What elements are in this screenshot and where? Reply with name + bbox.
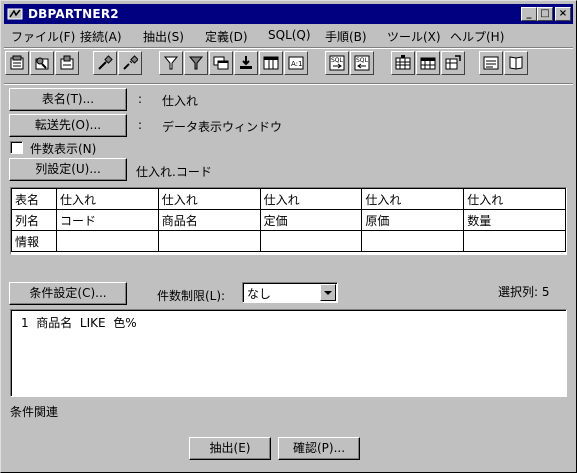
- download-icon[interactable]: [234, 51, 258, 75]
- grid-cell[interactable]: 仕入れ: [463, 188, 566, 210]
- table-row: 表名 仕入れ 仕入れ 仕入れ 仕入れ 仕入れ: [11, 188, 566, 210]
- menu-sql[interactable]: SQL(Q): [268, 28, 311, 42]
- app-window: DBPARTNER2 _ □ × ファイル(F) 接続(A) 抽出(S) 定義(…: [0, 0, 577, 473]
- confirm-button[interactable]: 確認(P)...: [278, 437, 360, 460]
- grid-cell[interactable]: コード: [56, 209, 159, 231]
- close-button[interactable]: ×: [555, 7, 571, 21]
- column-grid[interactable]: 表名 仕入れ 仕入れ 仕入れ 仕入れ 仕入れ 列名 コード 商品名 定価 原価 …: [10, 187, 567, 255]
- book-icon[interactable]: [504, 51, 528, 75]
- svg-text:SQL: SQL: [331, 57, 344, 64]
- grid-cell[interactable]: 仕入れ: [361, 188, 465, 210]
- grid-cell[interactable]: 仕入れ: [157, 188, 261, 210]
- menu-procedure[interactable]: 手順(B): [325, 28, 367, 45]
- sql-edit-icon[interactable]: SQL: [350, 51, 374, 75]
- window-title: DBPARTNER2: [28, 7, 119, 21]
- row-header-table: 表名: [11, 188, 57, 210]
- table-name-value: 仕入れ: [162, 94, 199, 108]
- menu-extract[interactable]: 抽出(S): [143, 28, 184, 45]
- menu-define[interactable]: 定義(D): [205, 28, 248, 45]
- maximize-button[interactable]: □: [537, 7, 553, 21]
- count-limit-label: 件数制限(L):: [157, 289, 226, 303]
- chevron-down-icon[interactable]: [320, 284, 336, 301]
- svg-text:A:1: A:1: [291, 60, 302, 68]
- count-limit-value: なし: [247, 287, 272, 301]
- toolbar: A:1 SQL SQL: [5, 51, 574, 81]
- toolbar-separator: [4, 83, 573, 85]
- grid-export-icon[interactable]: [441, 51, 465, 75]
- grid-cell[interactable]: [56, 230, 159, 252]
- grid-cell[interactable]: 仕入れ: [259, 188, 363, 210]
- table-icon[interactable]: [259, 51, 283, 75]
- title-bar[interactable]: DBPARTNER2 _ □ ×: [4, 4, 573, 24]
- filter-icon[interactable]: [159, 51, 183, 75]
- app-icon: [7, 8, 23, 20]
- condition-text-area[interactable]: 1 商品名 LIKE 色%: [10, 309, 567, 397]
- grid-cell[interactable]: 定価: [259, 209, 363, 231]
- export-icon[interactable]: [55, 51, 79, 75]
- condition-line: 1 商品名 LIKE 色%: [21, 316, 137, 330]
- grid-cell[interactable]: [157, 230, 261, 252]
- row-header-column: 列名: [11, 209, 57, 231]
- destination-value: データ表示ウィンドウ: [162, 120, 283, 134]
- menu-tools[interactable]: ツール(X): [387, 28, 441, 45]
- minimize-button[interactable]: _: [521, 7, 537, 21]
- aa-icon[interactable]: A:1: [284, 51, 308, 75]
- grid-cell[interactable]: [259, 230, 363, 252]
- table-name-colon: :: [138, 92, 143, 106]
- window-icon[interactable]: [209, 51, 233, 75]
- filter-sort-icon[interactable]: [184, 51, 208, 75]
- column-setting-button[interactable]: 列設定(U)...: [9, 158, 127, 181]
- condition-footer-label: 条件関連: [10, 405, 59, 419]
- grid-cell[interactable]: 商品名: [157, 209, 261, 231]
- extract-button[interactable]: 抽出(E): [189, 437, 271, 460]
- destination-button[interactable]: 転送先(O)...: [9, 114, 127, 137]
- grid-cell[interactable]: [463, 230, 566, 252]
- table-row: 列名 コード 商品名 定価 原価 数量: [11, 209, 566, 231]
- grid-cell[interactable]: [361, 230, 465, 252]
- destination-colon: :: [138, 118, 143, 132]
- count-display-label[interactable]: 件数表示(N): [30, 140, 96, 157]
- selected-columns-label: 選択列: 5: [498, 285, 550, 299]
- count-display-checkbox[interactable]: [10, 141, 23, 154]
- connect-icon[interactable]: [93, 51, 117, 75]
- menu-help[interactable]: ヘルプ(H): [450, 28, 504, 45]
- grid-edit-icon[interactable]: [416, 51, 440, 75]
- grid-cell[interactable]: 数量: [463, 209, 566, 231]
- column-setting-value: 仕入れ.コード: [136, 165, 212, 179]
- table-row: 情報: [11, 230, 566, 252]
- sql-run-icon[interactable]: SQL: [325, 51, 349, 75]
- disconnect-icon[interactable]: [118, 51, 142, 75]
- row-header-info: 情報: [11, 230, 57, 252]
- open-icon[interactable]: [5, 51, 29, 75]
- count-limit-select[interactable]: なし: [242, 282, 338, 303]
- table-name-button[interactable]: 表名(T)...: [9, 88, 127, 111]
- condition-setting-button[interactable]: 条件設定(C)...: [9, 282, 127, 305]
- menu-connect[interactable]: 接続(A): [80, 28, 122, 45]
- menu-file[interactable]: ファイル(F): [11, 28, 75, 45]
- menu-separator: [4, 47, 573, 49]
- grid-icon[interactable]: [391, 51, 415, 75]
- menu-bar: ファイル(F) 接続(A) 抽出(S) 定義(D) SQL(Q) 手順(B) ツ…: [4, 25, 573, 45]
- svg-text:SQL: SQL: [356, 57, 369, 64]
- import-icon[interactable]: [30, 51, 54, 75]
- grid-cell[interactable]: 原価: [361, 209, 465, 231]
- list-icon[interactable]: [479, 51, 503, 75]
- grid-cell[interactable]: 仕入れ: [56, 188, 159, 210]
